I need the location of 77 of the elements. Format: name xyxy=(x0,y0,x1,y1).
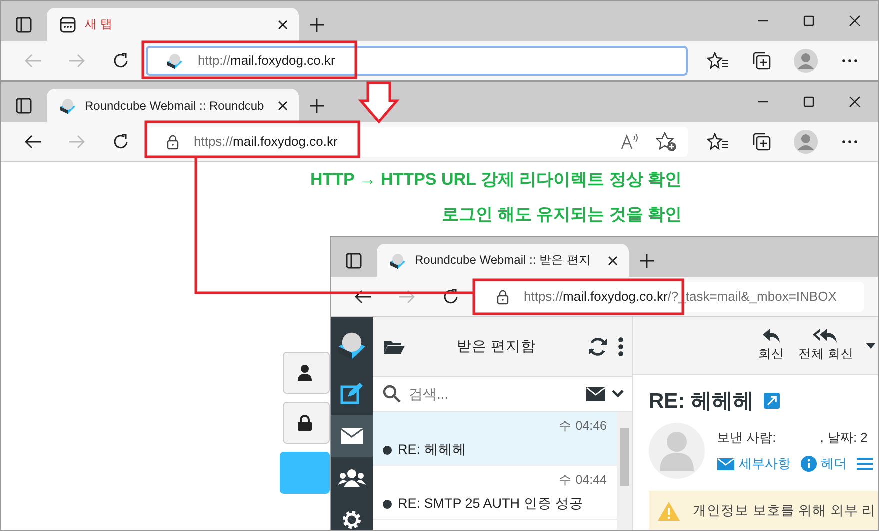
collections-icon[interactable] xyxy=(752,132,772,152)
lock-icon xyxy=(166,134,180,150)
sidebar-toggle-icon[interactable] xyxy=(15,16,33,34)
privacy-notice: 개인정보 보호를 위해 외부 리 xyxy=(649,491,878,530)
sidebar-item[interactable] xyxy=(331,415,373,457)
plus-icon[interactable] xyxy=(309,98,325,114)
sidebar-toggle-icon[interactable] xyxy=(345,252,363,270)
lock-icon xyxy=(496,288,510,304)
message-row[interactable]: 수 04:46 RE: 헤헤헤 xyxy=(373,412,617,466)
list-icon[interactable] xyxy=(857,457,873,471)
refresh-icon[interactable] xyxy=(588,336,608,356)
message-subject: RE: 헤헤헤 xyxy=(649,389,754,415)
reply-arrow-icon xyxy=(762,328,782,344)
compose-icon[interactable] xyxy=(340,382,364,406)
username-field[interactable] xyxy=(283,352,330,394)
gear-icon[interactable] xyxy=(341,509,363,530)
back-arrow-icon[interactable] xyxy=(354,288,372,304)
reply-button[interactable]: 회신 xyxy=(756,328,787,363)
collections-icon[interactable] xyxy=(752,50,772,70)
browser-tab[interactable]: 새 탭 xyxy=(47,8,299,41)
cube-logo-icon xyxy=(389,252,407,270)
annotation-text: 로그인 해도 유지되는 것을 확인 xyxy=(442,204,682,226)
favorites-icon[interactable] xyxy=(707,52,729,70)
browser-tab[interactable]: Roundcube Webmail :: Roundcub xyxy=(47,89,299,122)
info-icon xyxy=(801,456,817,472)
open-external-icon[interactable] xyxy=(764,393,780,409)
new-tab-icon xyxy=(59,16,77,34)
envelope-icon[interactable] xyxy=(340,427,364,445)
favorites-icon[interactable] xyxy=(707,132,729,150)
browser-tab[interactable]: Roundcube Webmail :: 받은 편지 xyxy=(377,244,629,277)
chevron-down-icon[interactable] xyxy=(612,390,624,398)
folder-title: 받은 편지함 xyxy=(456,338,538,356)
back-arrow-icon[interactable] xyxy=(24,134,42,150)
maximize-icon[interactable] xyxy=(803,15,815,27)
cube-logo-icon xyxy=(59,96,77,114)
profile-avatar-icon[interactable] xyxy=(794,48,818,72)
close-icon[interactable] xyxy=(277,100,289,112)
warning-icon xyxy=(657,500,681,522)
close-icon[interactable] xyxy=(277,18,289,30)
lock-icon xyxy=(298,415,312,431)
folder-icon[interactable] xyxy=(383,338,405,354)
plus-icon[interactable] xyxy=(309,16,325,32)
envelope-icon xyxy=(717,458,735,470)
add-favorite-icon[interactable] xyxy=(656,132,678,152)
header-link[interactable]: 세부사항 xyxy=(717,455,791,473)
search-field[interactable]: 검색... xyxy=(407,385,580,403)
refresh-icon[interactable] xyxy=(112,52,130,70)
refresh-icon[interactable] xyxy=(442,288,460,306)
plus-icon[interactable] xyxy=(639,252,655,268)
address-bar[interactable]: https://mail.foxydog.co.kr xyxy=(146,126,688,156)
annotation-text: HTTP → HTTPS URL 강제 리다이렉트 정상 확인 xyxy=(310,169,682,191)
header-link[interactable]: 헤더 xyxy=(801,455,847,473)
maximize-icon[interactable] xyxy=(803,96,815,108)
reply-button[interactable]: 전체 회신 xyxy=(796,328,856,363)
password-field[interactable] xyxy=(283,402,330,444)
close-icon[interactable] xyxy=(849,96,861,108)
person-silhouette-icon xyxy=(660,431,694,471)
sender-label: 보낸 사람: xyxy=(717,429,776,447)
reply-all-arrow-icon xyxy=(813,328,840,344)
cube-logo-icon xyxy=(166,52,184,70)
refresh-icon[interactable] xyxy=(112,132,130,150)
sidebar-toggle-icon[interactable] xyxy=(15,96,33,114)
caret-icon[interactable] xyxy=(866,342,876,348)
person-icon xyxy=(298,365,312,381)
more-icon[interactable] xyxy=(841,58,859,64)
close-icon[interactable] xyxy=(849,15,861,27)
address-bar[interactable]: http://mail.foxydog.co.kr xyxy=(146,46,688,76)
close-icon[interactable] xyxy=(607,254,619,266)
more-icon[interactable] xyxy=(841,138,859,144)
search-icon xyxy=(383,385,401,403)
forward-arrow-icon[interactable] xyxy=(398,288,416,304)
date-label: , 날짜: 2 xyxy=(820,429,868,447)
scrollbar[interactable] xyxy=(617,412,632,530)
people-icon[interactable] xyxy=(338,468,366,488)
profile-avatar-icon[interactable] xyxy=(794,130,818,154)
more-vertical-icon[interactable] xyxy=(618,336,624,356)
envelope-icon[interactable] xyxy=(586,386,606,402)
